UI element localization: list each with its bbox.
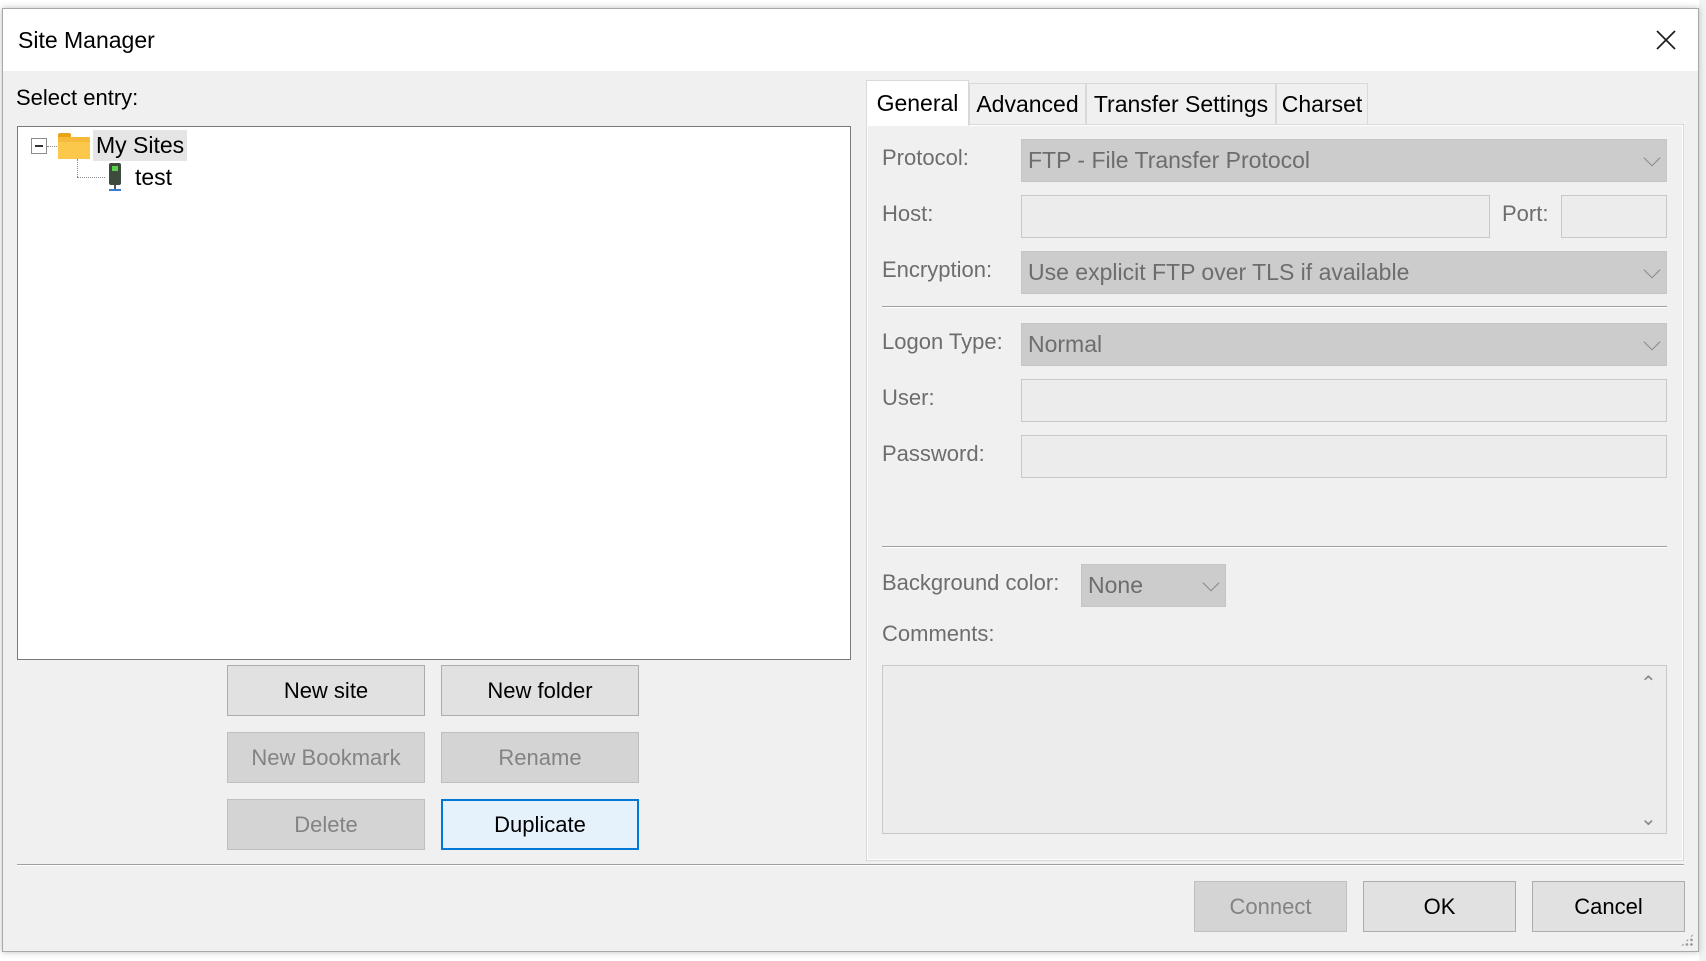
server-icon xyxy=(108,163,122,191)
tree-connector xyxy=(77,159,78,177)
connect-button[interactable]: Connect xyxy=(1194,881,1347,932)
tab-advanced[interactable]: Advanced xyxy=(969,83,1086,125)
host-input[interactable] xyxy=(1021,195,1490,238)
site-tree[interactable]: My Sites test xyxy=(17,126,851,660)
select-entry-label: Select entry: xyxy=(16,85,139,110)
chevron-down-icon xyxy=(1643,261,1661,278)
chevron-down-icon xyxy=(1202,574,1220,591)
port-input[interactable] xyxy=(1561,195,1667,238)
background-color-select[interactable]: None xyxy=(1081,564,1226,607)
logon-type-select[interactable]: Normal xyxy=(1021,323,1667,366)
user-input[interactable] xyxy=(1021,379,1667,422)
chevron-down-icon xyxy=(1643,149,1661,166)
comments-label: Comments: xyxy=(882,621,995,646)
host-label: Host: xyxy=(882,201,934,226)
tab-transfer-settings[interactable]: Transfer Settings xyxy=(1086,83,1276,125)
title-bar: Site Manager xyxy=(3,9,1698,71)
separator xyxy=(882,306,1667,308)
tab-general[interactable]: General xyxy=(866,80,969,126)
background-color-value: None xyxy=(1088,572,1143,598)
footer-separator xyxy=(17,864,1684,866)
rename-button[interactable]: Rename xyxy=(441,732,639,783)
tree-connector xyxy=(77,177,105,178)
logon-type-value: Normal xyxy=(1028,331,1103,357)
close-icon xyxy=(1656,30,1676,50)
logon-type-label: Logon Type: xyxy=(882,329,1003,354)
delete-button[interactable]: Delete xyxy=(227,799,425,850)
resize-grip-icon[interactable] xyxy=(1680,933,1694,947)
folder-icon xyxy=(58,133,90,159)
encryption-select[interactable]: Use explicit FTP over TLS if available xyxy=(1021,251,1667,294)
ok-button[interactable]: OK xyxy=(1363,881,1516,932)
user-label: User: xyxy=(882,385,935,410)
protocol-select[interactable]: FTP - File Transfer Protocol xyxy=(1021,139,1667,182)
new-bookmark-button[interactable]: New Bookmark xyxy=(227,732,425,783)
protocol-label: Protocol: xyxy=(882,145,969,170)
window-title: Site Manager xyxy=(18,27,155,53)
password-input[interactable] xyxy=(1021,435,1667,478)
new-site-button[interactable]: New site xyxy=(227,665,425,716)
background-color-label: Background color: xyxy=(882,570,1060,595)
collapse-toggle-icon[interactable] xyxy=(31,138,47,154)
encryption-label: Encryption: xyxy=(882,257,993,282)
new-folder-button[interactable]: New folder xyxy=(441,665,639,716)
cancel-button[interactable]: Cancel xyxy=(1532,881,1685,932)
protocol-value: FTP - File Transfer Protocol xyxy=(1028,147,1311,173)
background-window-edge xyxy=(1699,0,1706,961)
duplicate-button[interactable]: Duplicate xyxy=(441,799,639,850)
close-button[interactable] xyxy=(1634,9,1698,71)
tree-connector xyxy=(47,146,57,147)
scroll-up-icon[interactable]: ⌃ xyxy=(1640,671,1657,696)
chevron-down-icon xyxy=(1643,333,1661,350)
tab-charset[interactable]: Charset xyxy=(1276,83,1368,125)
port-label: Port: xyxy=(1502,201,1549,226)
site-manager-dialog: Site Manager Select entry: My Sites test… xyxy=(2,8,1699,952)
tree-item-my-sites[interactable]: My Sites xyxy=(93,130,188,161)
password-label: Password: xyxy=(882,441,985,466)
scroll-down-icon[interactable]: ⌄ xyxy=(1640,806,1657,831)
separator xyxy=(882,546,1667,548)
tree-item-test[interactable]: test xyxy=(135,164,172,191)
encryption-value: Use explicit FTP over TLS if available xyxy=(1028,259,1410,285)
comments-textarea[interactable] xyxy=(882,665,1667,834)
